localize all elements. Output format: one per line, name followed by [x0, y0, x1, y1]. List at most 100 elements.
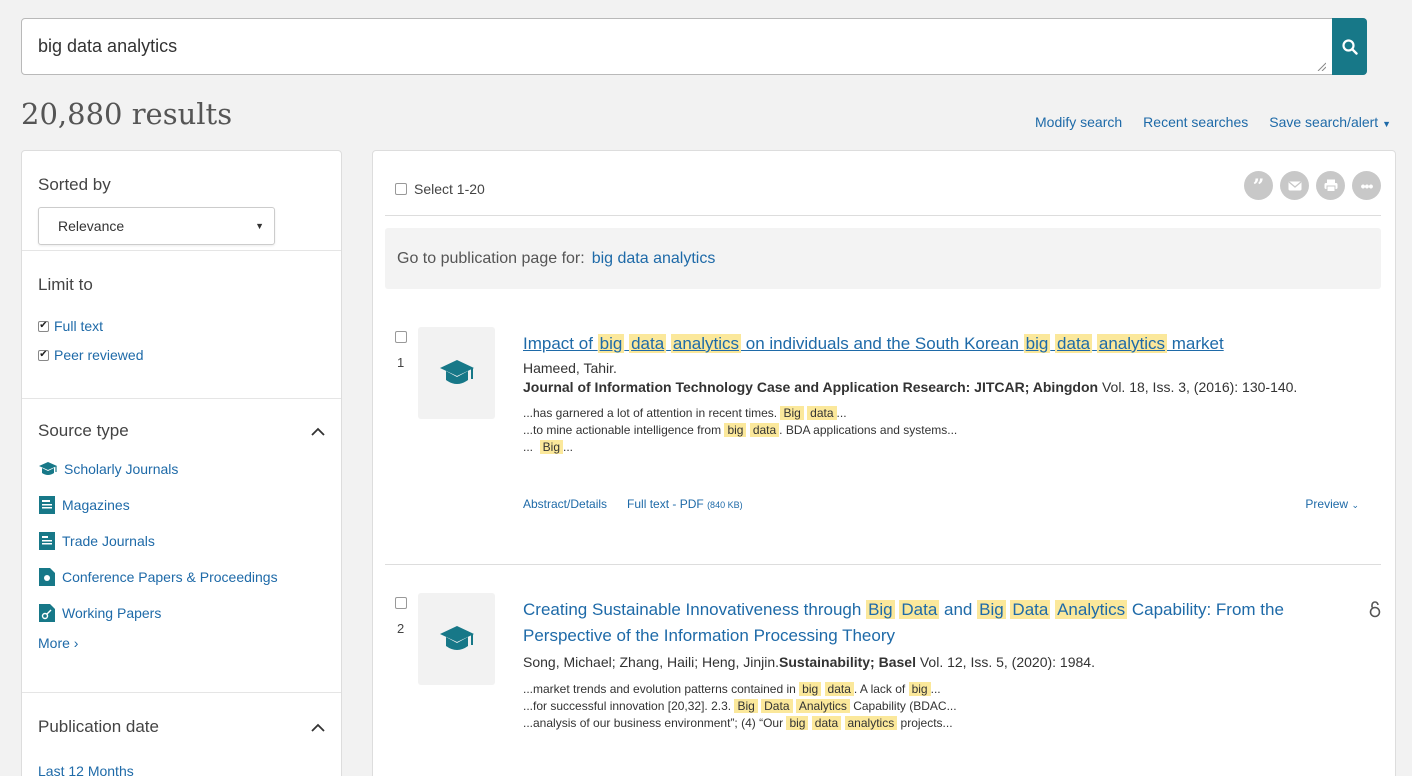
snippet-line: ... Big...: [523, 440, 574, 454]
source-type-conference-papers[interactable]: Conference Papers & Proceedings: [38, 559, 325, 595]
result-authors: Hameed, Tahir.: [523, 360, 617, 376]
result-actions: ” •••: [1244, 171, 1381, 200]
result-body: Creating Sustainable Innovativeness thro…: [523, 597, 1321, 732]
limit-section: Limit to ✔ Full text ✔ Peer reviewed: [22, 251, 341, 399]
divider: [385, 564, 1381, 565]
full-text-pdf-label: Full text - PDF: [627, 497, 704, 511]
full-text-pdf-link[interactable]: Full text - PDF (840 KB): [627, 497, 743, 511]
cite-icon[interactable]: ”: [1244, 171, 1273, 200]
snippet-line: ...analysis of our business environment”…: [523, 716, 953, 730]
result-thumbnail[interactable]: [418, 327, 495, 419]
last-12-months-link[interactable]: Last 12 Months: [38, 763, 134, 776]
result-checkbox[interactable]: [395, 331, 407, 343]
source-type-scholarly-journals[interactable]: Scholarly Journals: [38, 451, 325, 487]
source-type-label: Conference Papers & Proceedings: [62, 569, 278, 585]
result-links: Abstract/Details Full text - PDF (840 KB…: [523, 497, 1359, 511]
magazine-icon: [39, 496, 55, 514]
publication-date-heading: Publication date: [38, 717, 159, 736]
publication-date-header[interactable]: Publication date: [38, 717, 325, 737]
result-citation: Song, Michael; Zhang, Haili; Heng, Jinji…: [523, 653, 1321, 671]
header-links: Modify search Recent searches Save searc…: [1035, 114, 1391, 130]
sort-select-value: Relevance: [58, 218, 125, 234]
select-all-checkbox[interactable]: [395, 183, 407, 195]
result-snippets: ...market trends and evolution patterns …: [523, 681, 1321, 732]
search-input[interactable]: [22, 19, 1332, 74]
publication-date-section: Publication date Last 12 Months: [22, 693, 341, 776]
snippet-line: ...has garnered a lot of attention in re…: [523, 406, 847, 420]
publication-page-banner: Go to publication page for: big data ana…: [385, 228, 1381, 289]
source-type-header[interactable]: Source type: [38, 421, 325, 441]
result-title-link[interactable]: Impact of big data analytics on individu…: [523, 334, 1224, 353]
result-item: 1 Impact of big data analytics on indivi…: [385, 327, 1381, 551]
sort-select[interactable]: Relevance ▼: [38, 207, 275, 245]
results-count: 20,880 results: [21, 97, 233, 131]
abstract-details-link[interactable]: Abstract/Details: [523, 497, 607, 511]
publication-page-link[interactable]: big data analytics: [592, 250, 716, 268]
save-search-link[interactable]: Save search/alert ▼: [1269, 114, 1391, 130]
chevron-up-icon[interactable]: [311, 427, 325, 436]
result-number: 2: [397, 621, 405, 636]
source-type-heading: Source type: [38, 421, 129, 440]
source-type-label: Trade Journals: [62, 533, 155, 549]
print-icon[interactable]: [1316, 171, 1345, 200]
result-journal-name: Sustainability; Basel: [779, 654, 916, 670]
file-size: (840 KB): [707, 500, 743, 510]
working-paper-icon: [39, 604, 55, 622]
snippet-line: ...for successful innovation [20,32]. 2.…: [523, 699, 957, 713]
publication-page-prefix: Go to publication page for:: [397, 249, 585, 267]
trade-journal-icon: [39, 532, 55, 550]
snippet-line: ...to mine actionable intelligence from …: [523, 423, 958, 437]
filter-sidebar: Sorted by Relevance ▼ Limit to ✔ Full te…: [21, 150, 342, 776]
divider: [385, 215, 1381, 216]
more-source-types-link[interactable]: More ›: [38, 635, 78, 651]
result-journal-name: Journal of Information Technology Case a…: [523, 379, 1099, 395]
more-icon[interactable]: •••: [1352, 171, 1381, 200]
preview-label: Preview: [1305, 497, 1349, 511]
result-snippets: ...has garnered a lot of attention in re…: [523, 405, 1361, 456]
result-thumbnail[interactable]: [418, 593, 495, 685]
chevron-down-icon: ⌄: [1351, 500, 1359, 510]
result-checkbox[interactable]: [395, 597, 407, 609]
search-icon: [1341, 38, 1358, 55]
peer-reviewed-filter[interactable]: ✔ Peer reviewed: [38, 347, 325, 363]
source-type-label: Working Papers: [62, 605, 162, 621]
preview-toggle[interactable]: Preview ⌄: [1305, 497, 1359, 511]
email-icon[interactable]: [1280, 171, 1309, 200]
full-text-checkbox[interactable]: ✔: [38, 320, 49, 332]
full-text-filter[interactable]: ✔ Full text: [38, 318, 325, 334]
full-text-label: Full text: [54, 318, 104, 334]
mortarboard-icon: [439, 360, 474, 384]
result-journal: Journal of Information Technology Case a…: [523, 377, 1361, 397]
result-body: Impact of big data analytics on individu…: [523, 331, 1361, 456]
source-type-section: Source type Scholarly Journals Magazines: [22, 399, 341, 693]
result-item: 2 Creating Sustainable Innovativeness th…: [385, 593, 1381, 776]
chevron-up-icon[interactable]: [311, 723, 325, 732]
source-type-working-papers[interactable]: Working Papers: [38, 595, 325, 631]
result-journal-details: Vol. 18, Iss. 3, (2016): 130-140.: [1098, 379, 1298, 395]
recent-searches-link[interactable]: Recent searches: [1143, 114, 1248, 130]
search-button[interactable]: [1332, 18, 1367, 75]
caret-down-icon: ▼: [1382, 119, 1391, 129]
snippet-line: ...market trends and evolution patterns …: [523, 682, 941, 696]
resize-grip-icon[interactable]: [1317, 62, 1326, 71]
mortarboard-icon: [39, 462, 57, 475]
search-bar: [21, 18, 1367, 75]
limit-to-heading: Limit to: [38, 275, 93, 294]
result-title-link[interactable]: Creating Sustainable Innovativeness thro…: [523, 600, 1284, 645]
peer-reviewed-checkbox[interactable]: ✔: [38, 349, 49, 361]
conference-paper-icon: [39, 568, 55, 586]
source-type-trade-journals[interactable]: Trade Journals: [38, 523, 325, 559]
modify-search-link[interactable]: Modify search: [1035, 114, 1122, 130]
source-type-magazines[interactable]: Magazines: [38, 487, 325, 523]
open-access-icon: [1369, 601, 1381, 618]
chevron-down-icon: ▼: [255, 221, 264, 231]
results-panel: Select 1-20 ” ••• Go to publication page…: [372, 150, 1396, 776]
sorted-by-heading: Sorted by: [38, 175, 111, 194]
peer-reviewed-label: Peer reviewed: [54, 347, 144, 363]
source-type-label: Scholarly Journals: [64, 461, 179, 477]
select-all-row[interactable]: Select 1-20: [395, 181, 485, 197]
result-journal-details: Vol. 12, Iss. 5, (2020): 1984.: [915, 654, 1095, 670]
result-number: 1: [397, 355, 405, 370]
select-all-label: Select 1-20: [414, 181, 485, 197]
mortarboard-icon: [439, 626, 474, 650]
